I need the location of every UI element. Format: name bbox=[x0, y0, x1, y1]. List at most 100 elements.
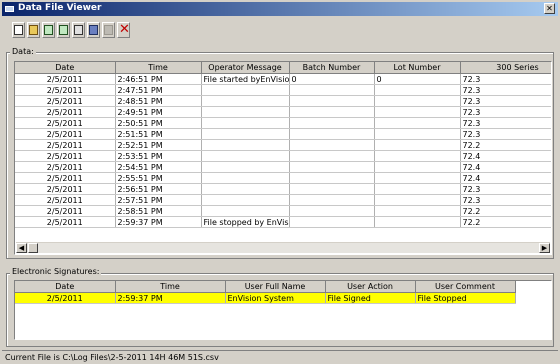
table-row[interactable]: 2/5/2011 2:49:51 PM 72.3 bbox=[15, 106, 551, 118]
table-cell: 72.4 bbox=[460, 150, 551, 162]
table-cell: 72.3 bbox=[460, 183, 551, 195]
table-cell bbox=[201, 139, 290, 151]
delete-button[interactable]: ✕ bbox=[117, 22, 130, 38]
column-header[interactable]: Date bbox=[15, 281, 116, 293]
horizontal-scrollbar[interactable]: ◀ ▶ bbox=[16, 242, 550, 253]
table-cell: 2/5/2011 bbox=[15, 183, 116, 195]
column-header[interactable]: Time bbox=[115, 281, 226, 293]
column-header[interactable]: 300 Series bbox=[460, 62, 551, 74]
table-cell: 72.3 bbox=[460, 73, 551, 85]
table-cell bbox=[289, 84, 375, 96]
table-cell: 0 bbox=[374, 73, 461, 85]
table-cell: 72.3 bbox=[460, 84, 551, 96]
close-button[interactable]: ✕ bbox=[544, 3, 555, 14]
column-header[interactable]: Date bbox=[15, 62, 116, 74]
table-cell bbox=[201, 172, 290, 184]
new-document-button[interactable] bbox=[12, 22, 25, 38]
table-cell bbox=[374, 139, 461, 151]
table-cell: 72.4 bbox=[460, 172, 551, 184]
table-row[interactable]: 2/5/2011 2:52:51 PM 72.2 bbox=[15, 139, 551, 151]
column-header[interactable]: Lot Number bbox=[374, 62, 461, 74]
table-cell bbox=[201, 84, 290, 96]
paste-button[interactable] bbox=[57, 22, 70, 38]
table-cell: 2/5/2011 bbox=[15, 106, 116, 118]
table-cell: 2:46:51 PM bbox=[115, 73, 202, 85]
table-row[interactable]: 2/5/2011 2:59:37 PM File stopped by EnVisi… bbox=[15, 216, 551, 228]
save-disk-icon bbox=[89, 25, 98, 35]
table-cell: 72.4 bbox=[460, 161, 551, 173]
table-cell bbox=[201, 150, 290, 162]
column-header[interactable]: Time bbox=[115, 62, 202, 74]
table-row[interactable]: 2/5/2011 2:57:51 PM 72.3 bbox=[15, 194, 551, 206]
scroll-left-button[interactable]: ◀ bbox=[16, 243, 27, 253]
table-cell: 2/5/2011 bbox=[15, 150, 116, 162]
table-cell: 2:54:51 PM bbox=[115, 161, 202, 173]
column-header[interactable]: User Full Name bbox=[225, 281, 326, 293]
table-cell: File started byEnVision bbox=[201, 73, 290, 85]
table-row[interactable]: 2/5/2011 2:50:51 PM 72.3 bbox=[15, 117, 551, 129]
title-bar[interactable]: Data File Viewer ✕ bbox=[2, 2, 558, 16]
table-row[interactable]: 2/5/2011 2:56:51 PM 72.3 bbox=[15, 183, 551, 195]
delete-icon: ✕ bbox=[119, 22, 130, 37]
table-cell bbox=[289, 128, 375, 140]
open-folder-button[interactable] bbox=[27, 22, 40, 38]
scroll-thumb[interactable] bbox=[28, 243, 38, 253]
table-row[interactable]: 2/5/2011 2:59:37 PM EnVision System File Si… bbox=[15, 292, 516, 304]
table-cell: 2:57:51 PM bbox=[115, 194, 202, 206]
table-cell bbox=[374, 150, 461, 162]
signatures-grid[interactable]: Date Time User Full Name User Action User Co… bbox=[14, 280, 552, 340]
status-bar: Current File is C:\Log Files\2-5-2011 14… bbox=[2, 350, 558, 364]
column-header[interactable]: User Action bbox=[325, 281, 416, 293]
table-cell: 72.2 bbox=[460, 139, 551, 151]
table-cell: 2/5/2011 bbox=[15, 95, 116, 107]
table-cell: 2:48:51 PM bbox=[115, 95, 202, 107]
table-cell: 72.3 bbox=[460, 95, 551, 107]
column-header[interactable]: Batch Number bbox=[289, 62, 375, 74]
table-cell: 2/5/2011 bbox=[15, 139, 116, 151]
table-row[interactable]: 2/5/2011 2:51:51 PM 72.3 bbox=[15, 128, 551, 140]
table-cell: 2:58:51 PM bbox=[115, 205, 202, 217]
table-cell: 72.3 bbox=[460, 128, 551, 140]
disabled-button[interactable] bbox=[102, 22, 115, 38]
table-cell: 2/5/2011 bbox=[15, 172, 116, 184]
arrow-left-icon: ◀ bbox=[18, 244, 25, 252]
table-cell bbox=[201, 95, 290, 107]
table-cell: 2:49:51 PM bbox=[115, 106, 202, 118]
table-cell bbox=[289, 139, 375, 151]
data-grid[interactable]: Date Time Operator Message Batch Number Lot … bbox=[14, 61, 552, 255]
table-cell bbox=[374, 117, 461, 129]
table-cell bbox=[374, 194, 461, 206]
arrow-right-icon: ▶ bbox=[541, 244, 548, 252]
column-header[interactable]: User Comment bbox=[415, 281, 516, 293]
table-row[interactable]: 2/5/2011 2:58:51 PM 72.2 bbox=[15, 205, 551, 217]
table-cell bbox=[289, 205, 375, 217]
table-row[interactable]: 2/5/2011 2:54:51 PM 72.4 bbox=[15, 161, 551, 173]
print-button[interactable] bbox=[72, 22, 85, 38]
print-icon bbox=[74, 25, 83, 35]
table-row[interactable]: 2/5/2011 2:46:51 PM File started byEnVisio… bbox=[15, 73, 551, 85]
table-cell bbox=[289, 183, 375, 195]
table-cell: 72.3 bbox=[460, 117, 551, 129]
table-cell: 2/5/2011 bbox=[15, 205, 116, 217]
app-icon bbox=[5, 6, 14, 12]
table-row[interactable]: 2/5/2011 2:55:51 PM 72.4 bbox=[15, 172, 551, 184]
table-row[interactable]: 2/5/2011 2:47:51 PM 72.3 bbox=[15, 84, 551, 96]
table-cell: 2/5/2011 bbox=[15, 73, 116, 85]
table-cell: 2:52:51 PM bbox=[115, 139, 202, 151]
copy-button[interactable] bbox=[42, 22, 55, 38]
scroll-right-button[interactable]: ▶ bbox=[539, 243, 550, 253]
table-cell: EnVision System bbox=[225, 292, 326, 304]
signatures-group-label: Electronic Signatures: bbox=[10, 267, 102, 276]
table-cell bbox=[374, 161, 461, 173]
table-row[interactable]: 2/5/2011 2:48:51 PM 72.3 bbox=[15, 95, 551, 107]
table-cell: 2:55:51 PM bbox=[115, 172, 202, 184]
table-cell: 2:50:51 PM bbox=[115, 117, 202, 129]
table-cell bbox=[201, 183, 290, 195]
save-disk-button[interactable] bbox=[87, 22, 100, 38]
column-header[interactable]: Operator Message bbox=[201, 62, 290, 74]
table-cell bbox=[289, 117, 375, 129]
signatures-table: Date Time User Full Name User Action User Co… bbox=[15, 281, 516, 304]
table-cell bbox=[289, 161, 375, 173]
table-row[interactable]: 2/5/2011 2:53:51 PM 72.4 bbox=[15, 150, 551, 162]
disabled-icon bbox=[104, 25, 113, 35]
